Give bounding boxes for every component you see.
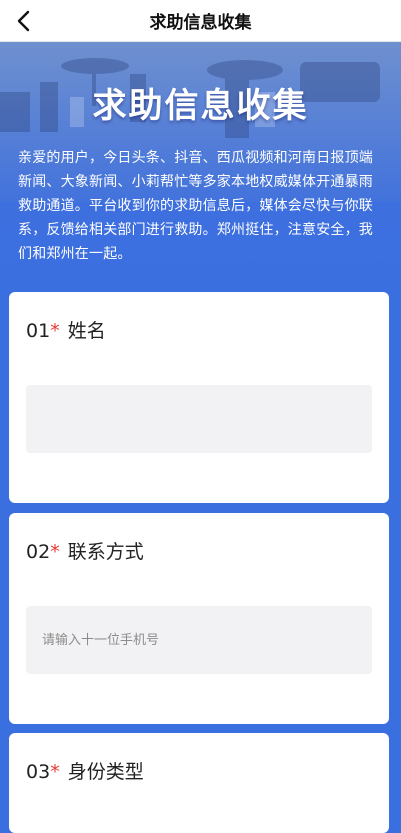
field-title: 身份类型 <box>67 761 144 783</box>
field-number: 01 <box>26 320 51 342</box>
name-input[interactable] <box>26 385 372 453</box>
field-label: 01 * 姓名 <box>26 316 372 343</box>
page-title: 求助信息收集 <box>149 13 252 33</box>
back-button[interactable] <box>6 4 40 38</box>
field-title: 姓名 <box>67 320 106 342</box>
field-label: 03 * 身份类型 <box>26 757 372 784</box>
banner-title: 求助信息收集 <box>92 86 309 126</box>
intro-text: 亲爱的用户，今日头条、抖音、西瓜视频和河南日报顶端新闻、大象新闻、小莉帮忙等多家… <box>18 150 373 262</box>
form-card-contact: 02 * 联系方式 <box>9 513 389 724</box>
form-card-name: 01 * 姓名 <box>9 292 389 503</box>
field-title: 联系方式 <box>67 541 144 563</box>
form-card-identity: 03 * 身份类型 <box>9 733 389 833</box>
chevron-left-icon <box>17 10 30 32</box>
field-number: 03 <box>26 761 51 783</box>
field-label: 02 * 联系方式 <box>26 537 372 564</box>
phone-input[interactable] <box>26 606 372 674</box>
required-marker: * <box>50 320 60 342</box>
required-marker: * <box>50 541 60 563</box>
hero-banner: 求助信息收集 亲爱的用户，今日头条、抖音、西瓜视频和河南日报顶端新闻、大象新闻、… <box>0 42 401 292</box>
field-number: 02 <box>26 541 51 563</box>
required-marker: * <box>50 761 60 783</box>
navigation-bar: 求助信息收集 <box>0 0 401 42</box>
